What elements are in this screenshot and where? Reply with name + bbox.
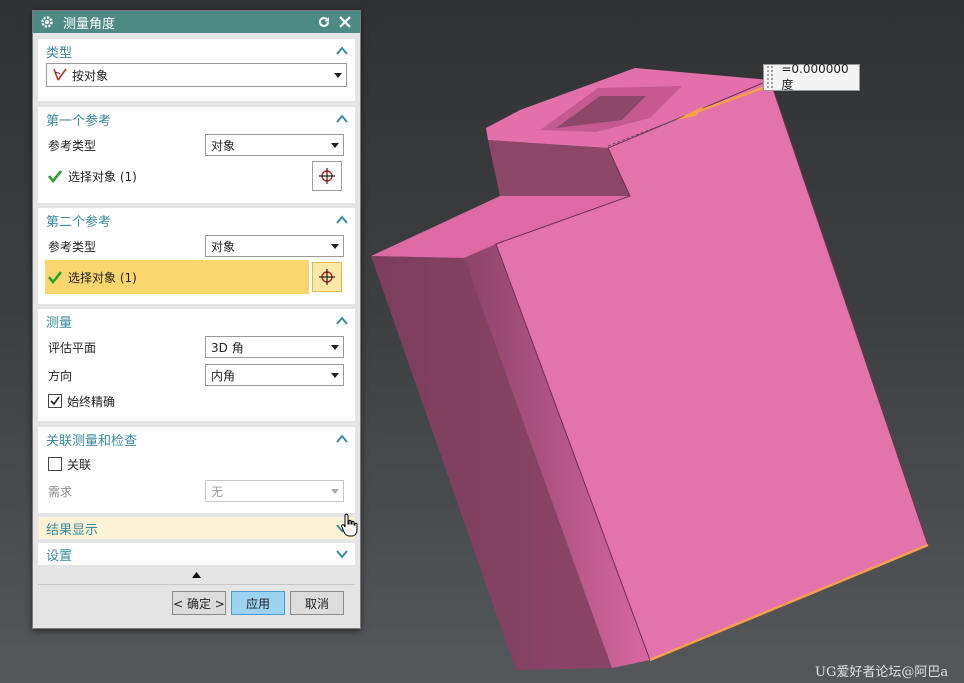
dropdown-arrow-icon — [327, 365, 343, 385]
group-type-header[interactable]: 类型 — [38, 39, 355, 63]
direction-value: 内角 — [211, 368, 236, 383]
measurement-value: =0.000000 度 — [781, 62, 849, 92]
type-select-value: 按对象 — [72, 68, 109, 83]
group-second-reference: 第二个参考 参考类型 对象 选择对象 (1) — [38, 208, 355, 304]
direction-select[interactable]: 内角 — [205, 364, 344, 386]
group-assoc-title: 关联测量和检查 — [46, 433, 138, 449]
ref2-select-label: 选择对象 (1) — [68, 270, 137, 285]
dropdown-arrow-icon — [327, 236, 343, 256]
group-measure: 测量 评估平面 3D 角 方向 内角 始终精确 — [38, 309, 355, 421]
dialog-titlebar[interactable]: 测量角度 — [33, 11, 360, 33]
crosshair-select-button[interactable] — [312, 262, 342, 292]
group-ref1-header[interactable]: 第一个参考 — [38, 107, 355, 131]
group-settings[interactable]: 设置 — [38, 543, 355, 565]
checkbox-check-icon — [50, 396, 60, 406]
eval-plane-value: 3D 角 — [211, 340, 244, 355]
chevron-up-icon[interactable] — [335, 44, 349, 58]
collapse-arrow-icon[interactable] — [190, 572, 202, 582]
ok-button[interactable]: < 确定 > — [172, 591, 226, 615]
crosshair-select-button[interactable] — [312, 161, 342, 191]
drag-handle-icon[interactable] — [766, 65, 776, 90]
dropdown-arrow-icon — [327, 135, 343, 155]
group-measure-header[interactable]: 测量 — [38, 309, 355, 333]
chevron-up-icon[interactable] — [335, 213, 349, 227]
direction-row: 方向 内角 — [38, 361, 355, 389]
group-settings-title: 设置 — [46, 548, 73, 564]
ref1-type-row: 参考类型 对象 — [38, 131, 355, 159]
type-select[interactable]: 按对象 — [46, 63, 347, 87]
apply-button[interactable]: 应用 — [231, 591, 285, 615]
chevron-up-icon[interactable] — [335, 432, 349, 446]
group-results-display[interactable]: 结果显示 — [38, 517, 355, 539]
ref2-type-value: 对象 — [211, 239, 236, 254]
ref2-select-object-row[interactable]: 选择对象 (1) — [38, 260, 355, 294]
dialog-title: 测量角度 — [63, 16, 116, 32]
hand-cursor-icon — [341, 513, 358, 537]
requirement-row: 需求 无 — [38, 477, 355, 505]
checkmark-icon — [48, 271, 62, 284]
chevron-up-icon[interactable] — [335, 314, 349, 328]
associative-checkbox[interactable] — [48, 457, 62, 471]
checkmark-icon — [48, 170, 62, 183]
associative-row: 关联 — [38, 451, 355, 477]
watermark: UG爱好者论坛@阿巴a — [815, 665, 949, 680]
ref1-type-value: 对象 — [211, 138, 236, 153]
group-ref1-title: 第一个参考 — [46, 113, 112, 129]
chevron-down-icon[interactable] — [335, 547, 349, 561]
group-ref2-header[interactable]: 第二个参考 — [38, 208, 355, 232]
group-assoc-header[interactable]: 关联测量和检查 — [38, 427, 355, 451]
always-accurate-label: 始终精确 — [67, 394, 116, 409]
crosshair-icon — [319, 168, 335, 184]
group-results-header[interactable]: 结果显示 — [38, 517, 355, 539]
group-results-title: 结果显示 — [46, 522, 99, 538]
requirement-select: 无 — [205, 480, 344, 502]
group-settings-header[interactable]: 设置 — [38, 543, 355, 565]
requirement-value: 无 — [211, 484, 224, 499]
measurement-readout[interactable]: =0.000000 度 — [763, 62, 860, 92]
dropdown-arrow-icon — [327, 337, 343, 357]
chevron-up-icon[interactable] — [335, 112, 349, 126]
close-icon[interactable] — [336, 13, 354, 31]
group-type: 类型 按对象 — [38, 39, 355, 101]
ref2-type-row: 参考类型 对象 — [38, 232, 355, 260]
reset-icon[interactable] — [315, 13, 333, 31]
dropdown-arrow-icon — [330, 72, 346, 78]
always-accurate-checkbox[interactable] — [48, 394, 62, 408]
associative-label: 关联 — [67, 457, 92, 472]
divider — [38, 584, 355, 585]
ref1-select-object-row[interactable]: 选择对象 (1) — [38, 159, 355, 193]
ref1-type-select[interactable]: 对象 — [205, 134, 344, 156]
ref2-type-select[interactable]: 对象 — [205, 235, 344, 257]
always-accurate-row: 始终精确 — [38, 389, 355, 413]
ref1-select-label: 选择对象 (1) — [68, 169, 137, 184]
measure-angle-dialog: 测量角度 类型 按对象 第一个参考 参考类型 对象 选择对象 (1) 第二个参考… — [32, 10, 361, 629]
cancel-button[interactable]: 取消 — [290, 591, 344, 615]
group-associative-measure: 关联测量和检查 关联 需求 无 — [38, 427, 355, 513]
group-type-title: 类型 — [46, 45, 73, 61]
angle-by-object-icon — [53, 68, 67, 81]
eval-plane-select[interactable]: 3D 角 — [205, 336, 344, 358]
crosshair-icon — [319, 269, 335, 285]
group-measure-title: 测量 — [46, 315, 73, 331]
dropdown-arrow-icon — [327, 481, 343, 501]
group-first-reference: 第一个参考 参考类型 对象 选择对象 (1) — [38, 107, 355, 203]
gear-icon[interactable] — [39, 14, 55, 30]
eval-plane-row: 评估平面 3D 角 — [38, 333, 355, 361]
pink-part-model[interactable] — [371, 68, 929, 670]
group-ref2-title: 第二个参考 — [46, 214, 112, 230]
